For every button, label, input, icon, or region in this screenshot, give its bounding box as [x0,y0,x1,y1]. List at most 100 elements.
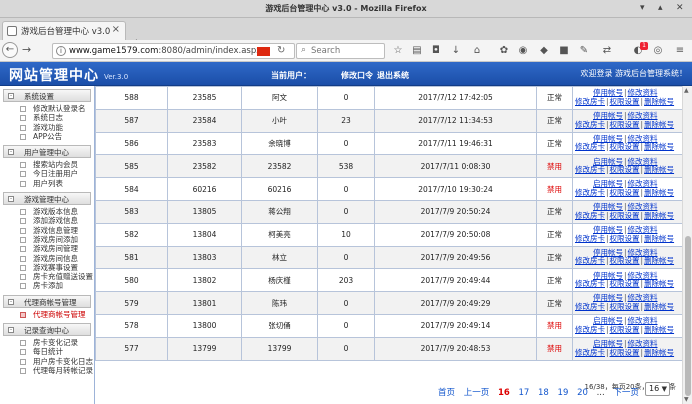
forward-button-icon[interactable]: → [22,43,31,56]
sidebar-item[interactable]: 系统日志 [0,113,94,122]
delete-account-link[interactable]: 删除帐号 [644,302,674,311]
close-window-icon[interactable]: ✕ [676,3,684,13]
logout-link[interactable]: 退出系统 [377,70,409,81]
page-select[interactable]: 16 ▼ [645,382,670,396]
addon-icon-2[interactable]: ◉ [517,45,529,57]
reading-list-icon[interactable]: ▤ [411,45,423,57]
scroll-down-icon[interactable]: ▼ [684,396,689,403]
delete-account-link[interactable]: 删除帐号 [644,97,674,106]
sidebar-item[interactable]: 游戏房间信息 [0,254,94,263]
url-text[interactable]: www.game1579.com:8080/admin/index.aspx [69,46,261,56]
sidebar-item[interactable]: 游戏功能 [0,123,94,132]
edit-cards-link[interactable]: 修改房卡 [575,256,605,266]
bookmark-star-icon[interactable]: ☆ [392,45,404,57]
edit-cards-link[interactable]: 修改房卡 [575,302,605,311]
browser-tab[interactable]: 游戏后台管理中心 v3.0 × [2,21,126,40]
permissions-link[interactable]: 权限设置 [610,188,640,197]
page-link[interactable]: 18 [538,388,549,398]
sidebar-group-agents[interactable]: - 代理商帐号管理 [3,294,91,308]
addon-icon-3[interactable]: ◆ [538,45,550,57]
prev-page-link[interactable]: 上一页 [464,388,490,398]
permissions-link[interactable]: 权限设置 [610,279,640,289]
sidebar-item[interactable]: 游戏房间管理 [0,244,94,253]
pocket-icon[interactable]: ◘ [430,45,442,57]
site-info-icon[interactable]: i [56,46,66,56]
delete-account-link[interactable]: 删除帐号 [644,348,674,357]
permissions-link[interactable]: 权限设置 [610,256,640,266]
sidebar-item[interactable]: 添加游戏信息 [0,216,94,225]
change-password-link[interactable]: 修改口令 [341,70,373,81]
scroll-up-icon[interactable]: ▲ [684,87,689,94]
sidebar-item[interactable]: 游戏版本信息 [0,207,94,216]
permissions-link[interactable]: 权限设置 [610,325,640,334]
close-tab-icon[interactable]: × [112,24,120,35]
edit-cards-link[interactable]: 修改房卡 [575,348,605,357]
edit-cards-link[interactable]: 修改房卡 [575,97,605,106]
permissions-link[interactable]: 权限设置 [610,234,640,243]
reload-icon[interactable]: ↻ [277,45,285,56]
downloads-icon[interactable]: ↓ [450,45,462,57]
page-link-current[interactable]: 16 [498,388,510,398]
sidebar-item[interactable]: 用户列表 [0,179,94,188]
addon-icon-1[interactable]: ✿ [498,45,510,57]
url-bar[interactable]: i www.game1579.com:8080/admin/index.aspx… [52,43,295,59]
sidebar-group-games[interactable]: - 游戏管理中心 [3,192,91,206]
edit-cards-link[interactable]: 修改房卡 [575,279,605,289]
delete-account-link[interactable]: 删除帐号 [644,234,674,243]
page-link[interactable]: 19 [558,388,569,398]
edit-cards-link[interactable]: 修改房卡 [575,188,605,197]
menu-icon[interactable]: ≡ [674,45,686,57]
edit-cards-link[interactable]: 修改房卡 [575,211,605,220]
delete-account-link[interactable]: 删除帐号 [644,142,674,152]
delete-account-link[interactable]: 删除帐号 [644,325,674,334]
search-input[interactable] [311,45,381,57]
sidebar-item[interactable]: APP公告 [0,132,94,141]
sidebar-item[interactable]: 每日统计 [0,347,94,356]
vertical-scrollbar[interactable]: ▲ ▼ [682,86,692,404]
sidebar-item[interactable]: 游戏房间添加 [0,235,94,244]
sidebar-item-active[interactable]: 代理商帐号管理 [0,310,94,319]
sidebar-item[interactable]: 房卡添加 [0,281,94,290]
search-box[interactable]: ⌕ [296,43,385,59]
page-link[interactable]: 17 [518,388,529,398]
minimize-icon[interactable]: ▾ [640,3,645,13]
sidebar-group-users[interactable]: - 用户管理中心 [3,145,91,159]
sidebar-item[interactable]: 修改默认登录名 [0,104,94,113]
delete-account-link[interactable]: 删除帐号 [644,120,674,129]
addon-icon-4[interactable]: ■ [558,45,570,57]
sidebar-item[interactable]: 游戏信息管理 [0,226,94,235]
sidebar-item[interactable]: 房卡变化记录 [0,338,94,347]
globe-icon[interactable]: ◎ [652,45,664,57]
next-page-link[interactable]: 下一页 [613,388,639,398]
edit-cards-link[interactable]: 修改房卡 [575,142,605,152]
delete-account-link[interactable]: 删除帐号 [644,188,674,197]
edit-cards-link[interactable]: 修改房卡 [575,120,605,129]
sidebar-item[interactable]: 游戏赛事设置 [0,263,94,272]
maximize-icon[interactable]: ▴ [658,3,663,13]
addon-icon-5[interactable]: ✎ [578,45,590,57]
sync-icon[interactable]: ⇄ [601,45,613,57]
first-page-link[interactable]: 首页 [438,388,455,398]
scrollbar-thumb[interactable] [685,236,691,396]
permissions-link[interactable]: 权限设置 [610,97,640,106]
sidebar-group-records[interactable]: - 记录查询中心 [3,323,91,337]
delete-account-link[interactable]: 删除帐号 [644,256,674,266]
permissions-link[interactable]: 权限设置 [610,302,640,311]
delete-account-link[interactable]: 删除帐号 [644,279,674,289]
edit-cards-link[interactable]: 修改房卡 [575,165,605,175]
edit-cards-link[interactable]: 修改房卡 [575,234,605,243]
permissions-link[interactable]: 权限设置 [610,120,640,129]
sidebar-group-system[interactable]: - 系统设置 [3,89,91,102]
page-link[interactable]: 20 [577,388,588,398]
sidebar-item[interactable]: 今日注册用户 [0,169,94,178]
sidebar-item[interactable]: 用户房卡变化日志 [0,357,94,366]
home-icon[interactable]: ⌂ [471,45,483,57]
edit-cards-link[interactable]: 修改房卡 [575,325,605,334]
permissions-link[interactable]: 权限设置 [610,348,640,357]
delete-account-link[interactable]: 删除帐号 [644,211,674,220]
back-button-icon[interactable]: ← [2,42,18,58]
delete-account-link[interactable]: 删除帐号 [644,165,674,175]
permissions-link[interactable]: 权限设置 [610,165,640,175]
permissions-link[interactable]: 权限设置 [610,211,640,220]
permissions-link[interactable]: 权限设置 [610,142,640,152]
